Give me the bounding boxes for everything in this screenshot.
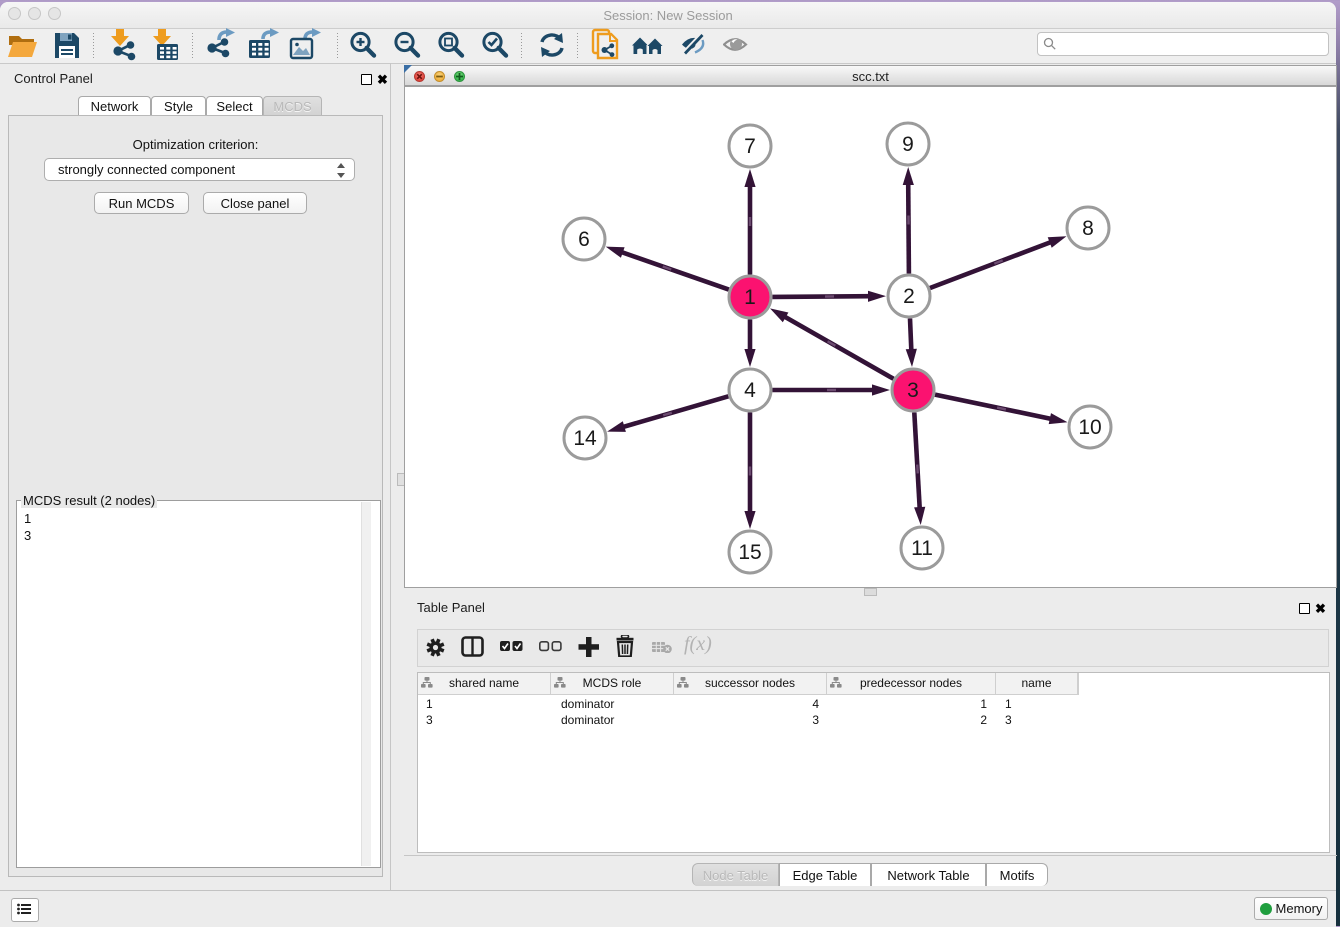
svg-text:2: 2 bbox=[903, 285, 915, 308]
svg-text:3: 3 bbox=[907, 379, 919, 402]
svg-text:15: 15 bbox=[738, 541, 761, 564]
svg-text:11: 11 bbox=[911, 537, 933, 560]
svg-text:6: 6 bbox=[578, 228, 590, 251]
svg-text:7: 7 bbox=[744, 135, 756, 158]
svg-text:14: 14 bbox=[573, 427, 597, 450]
svg-text:4: 4 bbox=[744, 379, 756, 402]
svg-text:1: 1 bbox=[744, 286, 756, 309]
svg-text:8: 8 bbox=[1082, 217, 1094, 240]
svg-text:10: 10 bbox=[1078, 416, 1101, 439]
svg-text:9: 9 bbox=[902, 133, 914, 156]
